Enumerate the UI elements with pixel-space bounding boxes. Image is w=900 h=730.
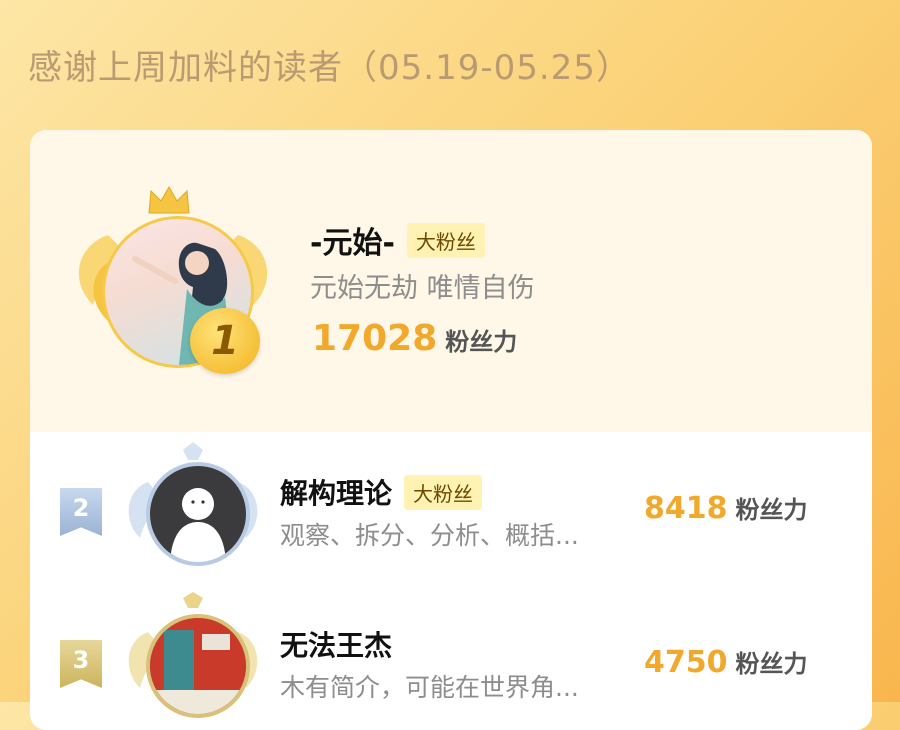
score-number: 8418: [644, 491, 728, 526]
reader-row-3[interactable]: 3 无法王杰 木有简介，可能在世界角... 4750 粉丝力: [30, 588, 872, 730]
score-number: 4750: [644, 645, 728, 680]
reader-name[interactable]: 解构理论: [280, 472, 392, 512]
score-unit: 粉丝力: [735, 496, 808, 524]
reader-score: 17028 粉丝力: [312, 318, 517, 359]
rank-ribbon-2: 2: [60, 488, 102, 536]
reader-name[interactable]: -元始-: [310, 218, 395, 262]
score-unit: 粉丝力: [735, 650, 808, 678]
reader-row-1[interactable]: 1 -元始- 大粉丝 元始无劫 唯情自伤 17028 粉丝力: [30, 130, 872, 432]
score-number: 17028: [312, 318, 438, 359]
rank-ribbon-3: 3: [60, 640, 102, 688]
reader-bio: 元始无劫 唯情自伤: [310, 273, 535, 304]
reader-bio: 观察、拆分、分析、概括...: [280, 521, 579, 550]
reader-score: 8418 粉丝力: [644, 490, 808, 526]
reader-name-row: 无法王杰: [280, 624, 392, 664]
rank-number: 2: [72, 494, 90, 522]
rank-number: 3: [72, 646, 90, 674]
reader-row-2[interactable]: 2 解构理论 大粉丝 观察、拆分、分析、概括... 8418 粉丝力: [30, 432, 872, 582]
avatar[interactable]: [146, 614, 250, 718]
reader-name[interactable]: 无法王杰: [280, 624, 392, 664]
reader-name-row: -元始- 大粉丝: [310, 218, 485, 262]
avatar[interactable]: [146, 462, 250, 566]
reader-bio: 木有简介，可能在世界角...: [280, 673, 579, 702]
page-title: 感谢上周加料的读者（05.19-05.25）: [28, 48, 631, 88]
rank-number: 1: [211, 318, 239, 364]
gold-crown-icon: [148, 185, 190, 214]
score-unit: 粉丝力: [445, 328, 518, 356]
fan-badge: 大粉丝: [404, 474, 483, 510]
reader-name-row: 解构理论 大粉丝: [280, 472, 483, 512]
default-avatar-icon: [170, 488, 226, 562]
ranking-card: 1 -元始- 大粉丝 元始无劫 唯情自伤 17028 粉丝力 2 解构理论 大粉…: [30, 130, 872, 730]
fan-badge: 大粉丝: [406, 222, 485, 258]
rank-medal-1: 1: [190, 308, 260, 374]
photo-avatar-icon: [150, 618, 246, 714]
reader-score: 4750 粉丝力: [644, 644, 808, 680]
